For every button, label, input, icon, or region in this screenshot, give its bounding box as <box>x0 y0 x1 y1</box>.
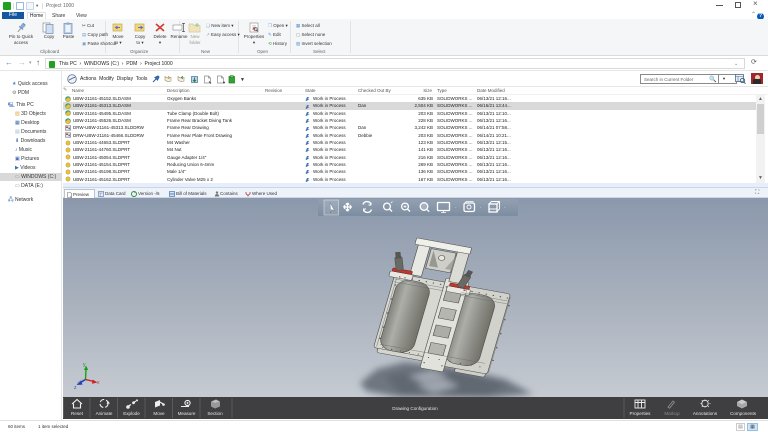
svg-text:Annotations: Annotations <box>693 411 718 416</box>
svg-text:·: · <box>455 205 457 211</box>
svg-text:Explode: Explode <box>123 411 140 416</box>
svg-text:Drawing Configuration: Drawing Configuration <box>392 406 438 411</box>
svg-text:Move: Move <box>153 411 165 416</box>
svg-text:·: · <box>504 205 506 211</box>
svg-text:Reset: Reset <box>71 411 84 416</box>
svg-text:·: · <box>480 205 482 211</box>
svg-text:Markup: Markup <box>664 411 680 416</box>
svg-text:Animate: Animate <box>96 411 113 416</box>
svg-text:x: x <box>97 380 100 386</box>
svg-text:z: z <box>74 385 77 391</box>
svg-text:Measure: Measure <box>178 411 196 416</box>
svg-text:Components: Components <box>730 411 757 416</box>
svg-text:Section: Section <box>207 411 223 416</box>
svg-text:Properties: Properties <box>630 411 652 416</box>
